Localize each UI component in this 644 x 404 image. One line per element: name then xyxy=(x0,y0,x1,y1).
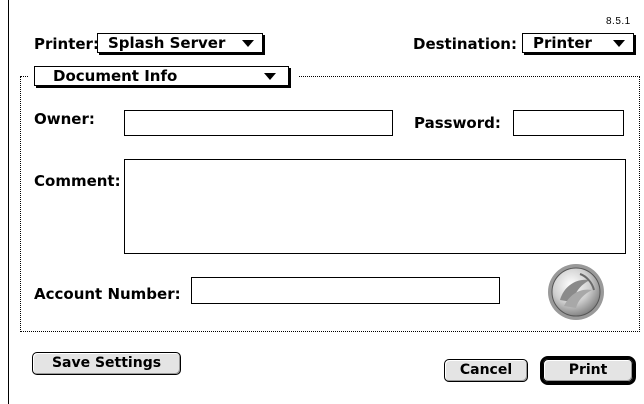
account-number-field[interactable] xyxy=(191,277,500,304)
version-label: 8.5.1 xyxy=(606,16,631,27)
window-left-edge xyxy=(8,0,9,404)
cancel-button[interactable]: Cancel xyxy=(444,359,528,382)
destination-popup[interactable]: Printer xyxy=(522,33,634,53)
comment-field[interactable] xyxy=(124,159,626,254)
password-label: Password: xyxy=(414,114,501,132)
account-number-label: Account Number: xyxy=(34,285,181,303)
printer-popup-value: Splash Server xyxy=(108,34,226,52)
owner-label: Owner: xyxy=(34,110,95,128)
destination-label: Destination: xyxy=(413,35,517,53)
chevron-down-icon xyxy=(264,73,276,80)
save-settings-button[interactable]: Save Settings xyxy=(32,352,181,375)
print-button[interactable]: Print xyxy=(543,359,633,382)
password-field[interactable] xyxy=(513,110,624,136)
splash-logo-icon xyxy=(548,264,604,320)
owner-field[interactable] xyxy=(124,110,393,136)
chevron-down-icon xyxy=(242,40,254,47)
destination-popup-value: Printer xyxy=(533,34,592,52)
comment-label: Comment: xyxy=(34,172,121,190)
chevron-down-icon xyxy=(613,40,625,47)
section-popup[interactable]: Document Info xyxy=(34,66,289,86)
printer-popup[interactable]: Splash Server xyxy=(97,33,263,53)
printer-label: Printer: xyxy=(34,35,99,53)
section-popup-value: Document Info xyxy=(53,67,178,85)
